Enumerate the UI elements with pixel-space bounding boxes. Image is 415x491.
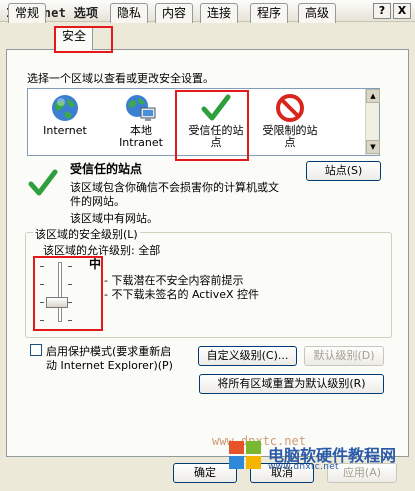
zone-label-line2: Intranet bbox=[119, 136, 163, 149]
zone-trusted-sites[interactable]: 受信任的站 点 bbox=[180, 91, 252, 155]
tab-connections[interactable]: 连接 bbox=[200, 3, 239, 23]
tab-general[interactable]: 常规 bbox=[8, 3, 47, 23]
selected-zone-desc-line3: 该区域中有网站。 bbox=[70, 212, 158, 225]
tab-security[interactable]: 安全 bbox=[55, 26, 94, 50]
security-level-desc-line2: - 不下载未签名的 ActiveX 控件 bbox=[104, 288, 260, 301]
security-level-name: 中 bbox=[89, 257, 102, 271]
brand-url: www.dnxtc.net bbox=[268, 462, 339, 472]
slider-tick bbox=[40, 284, 44, 285]
allowed-level-text: 该区域的允许级别: 全部 bbox=[43, 244, 161, 257]
custom-level-button[interactable]: 自定义级别(C)... bbox=[198, 346, 297, 366]
tab-content[interactable]: 内容 bbox=[155, 3, 194, 23]
slider-tick bbox=[68, 266, 72, 267]
restricted-sites-icon bbox=[276, 94, 304, 122]
zone-list: Internet 本地 Intranet 受信任的站 点 受限制的站 点 ▲ ▼ bbox=[27, 88, 380, 156]
zone-list-scrollbar[interactable]: ▲ ▼ bbox=[365, 89, 380, 155]
zone-label-line2: 点 bbox=[284, 136, 296, 149]
reset-all-zones-button[interactable]: 将所有区域重置为默认级别(R) bbox=[199, 374, 384, 394]
zone-local-intranet[interactable]: 本地 Intranet bbox=[110, 91, 172, 155]
scroll-up-arrow-icon[interactable]: ▲ bbox=[366, 89, 380, 103]
default-level-button[interactable]: 默认级别(D) bbox=[304, 346, 384, 366]
zone-instruction: 选择一个区域以查看或更改安全设置。 bbox=[27, 72, 214, 85]
slider-tick bbox=[68, 302, 72, 303]
protected-mode-checkbox[interactable] bbox=[30, 344, 42, 356]
internet-globe-icon bbox=[52, 95, 78, 121]
zone-restricted-sites[interactable]: 受限制的站 点 bbox=[254, 91, 326, 155]
zone-label-line2: 点 bbox=[210, 136, 222, 149]
security-level-slider-track[interactable] bbox=[58, 262, 62, 322]
sites-button[interactable]: 站点(S) bbox=[306, 161, 381, 181]
trusted-sites-large-icon bbox=[28, 169, 58, 196]
security-level-slider-thumb[interactable] bbox=[46, 297, 68, 308]
zone-internet[interactable]: Internet bbox=[36, 91, 94, 155]
help-button[interactable]: ? bbox=[373, 3, 391, 19]
tab-programs[interactable]: 程序 bbox=[250, 3, 289, 23]
selected-zone-title: 受信任的站点 bbox=[70, 162, 143, 176]
zone-label: Internet bbox=[43, 124, 87, 137]
slider-tick bbox=[68, 320, 72, 321]
selected-zone-desc-line2: 件的网站。 bbox=[70, 195, 125, 208]
windows-logo-icon bbox=[229, 441, 261, 469]
tab-privacy[interactable]: 隐私 bbox=[110, 3, 149, 23]
slider-tick bbox=[40, 320, 44, 321]
protected-mode-label-line2: 动 Internet Explorer)(P) bbox=[46, 359, 173, 372]
close-button[interactable]: X bbox=[393, 3, 411, 19]
tab-advanced[interactable]: 高级 bbox=[298, 3, 337, 23]
slider-tick bbox=[68, 284, 72, 285]
local-intranet-icon bbox=[126, 95, 156, 121]
trusted-sites-icon bbox=[201, 94, 231, 121]
slider-tick bbox=[40, 266, 44, 267]
security-level-group-title: 该区域的安全级别(L) bbox=[33, 226, 140, 242]
slider-tick bbox=[40, 302, 44, 303]
scroll-down-arrow-icon[interactable]: ▼ bbox=[366, 140, 380, 154]
